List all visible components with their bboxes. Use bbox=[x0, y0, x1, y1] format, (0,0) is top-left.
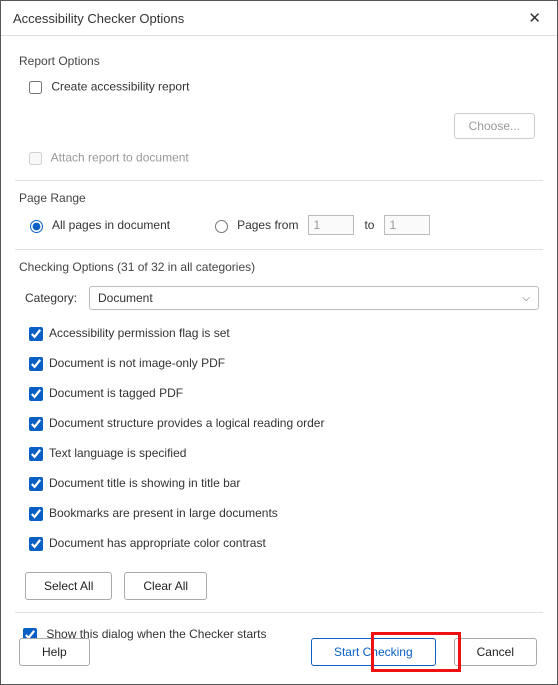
option-item[interactable]: Document has appropriate color contrast bbox=[25, 534, 539, 554]
option-label: Document has appropriate color contrast bbox=[49, 536, 266, 550]
option-item[interactable]: Document is tagged PDF bbox=[25, 384, 539, 404]
option-item[interactable]: Bookmarks are present in large documents bbox=[25, 504, 539, 524]
option-item[interactable]: Document structure provides a logical re… bbox=[25, 414, 539, 434]
to-label: to bbox=[364, 218, 374, 232]
help-button[interactable]: Help bbox=[19, 638, 90, 666]
group-checking-options: Checking Options (31 of 32 in all catego… bbox=[19, 260, 539, 274]
page-to-field bbox=[384, 215, 430, 235]
radio-from-label: Pages from bbox=[237, 218, 298, 232]
category-label: Category: bbox=[25, 291, 89, 305]
group-page-range: Page Range bbox=[19, 191, 539, 205]
select-all-button[interactable]: Select All bbox=[25, 572, 112, 600]
attach-report-input bbox=[29, 152, 42, 165]
choose-button: Choose... bbox=[454, 113, 535, 139]
page-from-field bbox=[308, 215, 354, 235]
option-item[interactable]: Accessibility permission flag is set bbox=[25, 324, 539, 344]
option-label: Document title is showing in title bar bbox=[49, 476, 240, 490]
option-label: Accessibility permission flag is set bbox=[49, 326, 230, 340]
create-report-checkbox[interactable]: Create accessibility report bbox=[25, 78, 539, 97]
radio-from-input[interactable] bbox=[215, 220, 228, 233]
option-label: Text language is specified bbox=[49, 446, 186, 460]
option-item[interactable]: Document title is showing in title bar bbox=[25, 474, 539, 494]
clear-all-button[interactable]: Clear All bbox=[124, 572, 207, 600]
option-item[interactable]: Text language is specified bbox=[25, 444, 539, 464]
attach-report-checkbox: Attach report to document bbox=[25, 149, 539, 168]
start-checking-button[interactable]: Start Checking bbox=[311, 638, 436, 666]
category-value: Document bbox=[98, 291, 153, 305]
option-label: Document is not image-only PDF bbox=[49, 356, 225, 370]
chevron-down-icon: ⌵ bbox=[522, 293, 530, 304]
create-report-input[interactable] bbox=[29, 81, 42, 94]
radio-pages-from[interactable]: Pages from bbox=[210, 217, 298, 233]
category-select[interactable]: Document ⌵ bbox=[89, 286, 539, 310]
dialog-title: Accessibility Checker Options bbox=[13, 11, 184, 26]
option-label: Document is tagged PDF bbox=[49, 386, 183, 400]
option-item[interactable]: Document is not image-only PDF bbox=[25, 354, 539, 374]
attach-report-label: Attach report to document bbox=[51, 151, 189, 165]
radio-all-label: All pages in document bbox=[52, 218, 170, 232]
radio-all-input[interactable] bbox=[30, 220, 43, 233]
options-list: Accessibility permission flag is set Doc… bbox=[25, 324, 539, 554]
option-label: Document structure provides a logical re… bbox=[49, 416, 324, 430]
close-icon[interactable]: ✕ bbox=[520, 7, 549, 29]
group-report-options: Report Options bbox=[19, 54, 539, 68]
radio-all-pages[interactable]: All pages in document bbox=[25, 217, 170, 233]
create-report-label: Create accessibility report bbox=[51, 80, 189, 94]
option-label: Bookmarks are present in large documents bbox=[49, 506, 278, 520]
cancel-button[interactable]: Cancel bbox=[454, 638, 537, 666]
